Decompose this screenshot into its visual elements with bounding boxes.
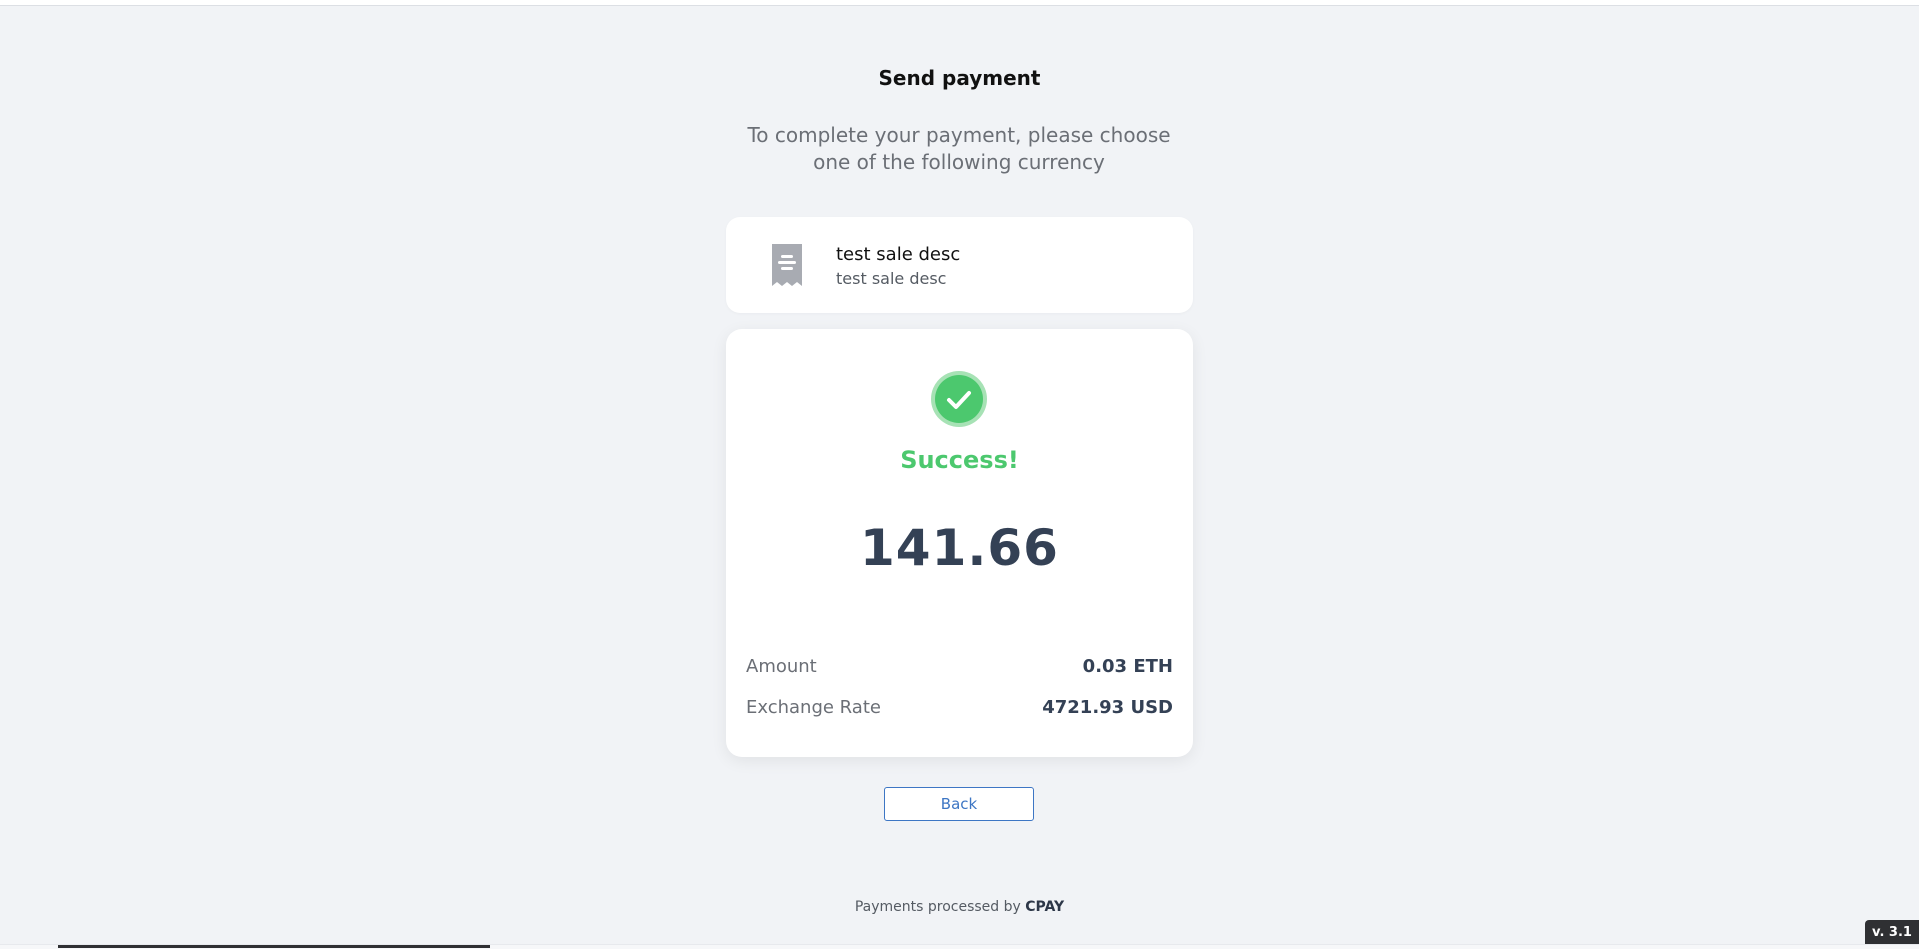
page-title: Send payment [878, 66, 1041, 90]
bottom-indicator-segment [58, 945, 490, 948]
bottom-scroll-indicator [0, 944, 1919, 949]
invoice-title: test sale desc [836, 244, 961, 265]
invoice-description: test sale desc [836, 269, 947, 288]
payment-result-card: Success! 141.66 Amount 0.03 ETH Exchange… [726, 329, 1193, 757]
invoice-card: test sale desc test sale desc [726, 217, 1193, 313]
version-badge: v. 3.1 [1865, 920, 1919, 945]
exchange-rate-row: Exchange Rate 4721.93 USD [746, 694, 1173, 720]
footer-text: Payments processed by CPAY [0, 899, 1919, 915]
back-button[interactable]: Back [884, 787, 1034, 821]
page-subtitle: To complete your payment, please choose … [747, 123, 1171, 174]
receipt-icon [768, 241, 806, 289]
top-border [0, 0, 1919, 6]
amount-value: 0.03 ETH [1082, 655, 1173, 677]
check-circle-icon [930, 370, 988, 428]
footer-prefix: Payments processed by [854, 899, 1021, 915]
amount-label: Amount [746, 655, 817, 677]
success-status: Success! [900, 446, 1019, 474]
fiat-amount: 141.66 [860, 519, 1059, 577]
exchange-rate-value: 4721.93 USD [1042, 696, 1173, 718]
exchange-rate-label: Exchange Rate [746, 696, 881, 718]
amount-row: Amount 0.03 ETH [746, 653, 1173, 679]
footer-brand: CPAY [1025, 899, 1065, 915]
